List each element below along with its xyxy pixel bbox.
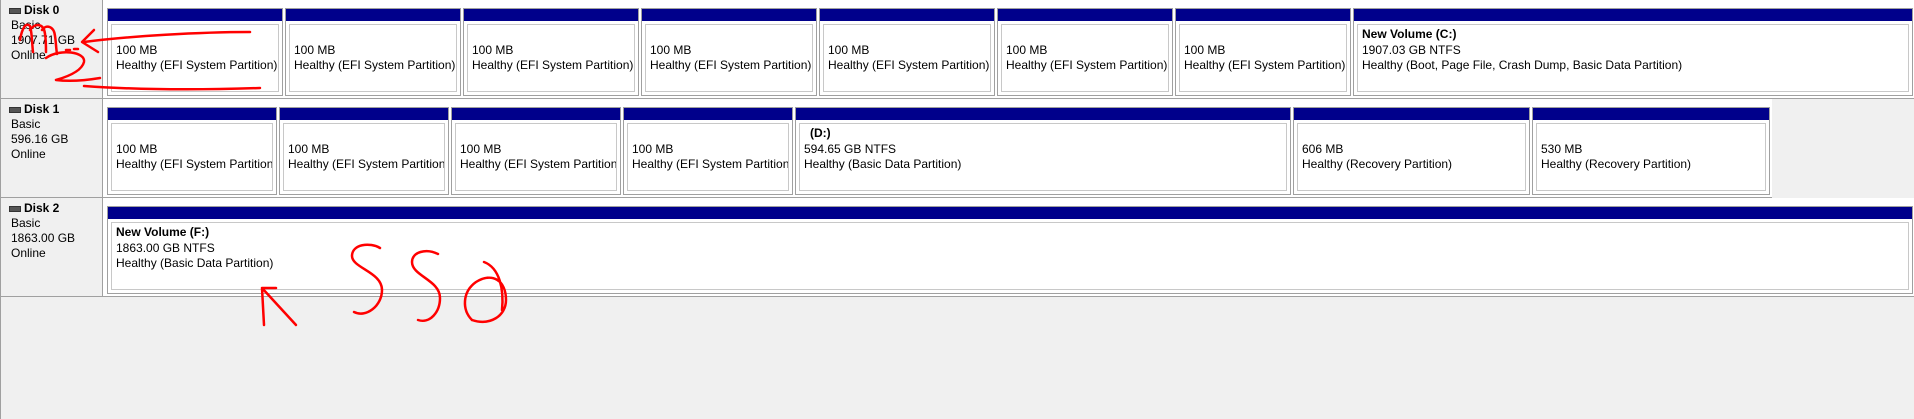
volume-name: (D:) (810, 126, 831, 140)
partition-bar (1354, 9, 1912, 21)
partition-bar (108, 207, 1912, 219)
partition-status: Healthy (EFI System Partition) (116, 157, 273, 171)
disk-row-2: Disk 2 Basic 1863.00 GB Online New Volum… (1, 198, 1914, 297)
disk-1-partition-d[interactable]: (D:) 594.65 GB NTFS Healthy (Basic Data Pa… (795, 107, 1291, 195)
partition-size: 100 MB (1184, 42, 1226, 57)
partition-bar (998, 9, 1172, 21)
disk-0-partition-6[interactable]: 100 MB Healthy (EFI System Partition) (997, 8, 1173, 96)
partition-size: 1907.03 GB NTFS (1362, 42, 1461, 57)
partition-size: 1863.00 GB NTFS (116, 240, 215, 255)
partition-status: Healthy (EFI System Partition) (460, 157, 617, 171)
disk-size: 596.16 GB (11, 132, 69, 146)
disk-type: Basic (11, 18, 41, 32)
disk-status: Online (11, 48, 46, 62)
disk-1-partition-3[interactable]: 100 MB Healthy (EFI System Partition) (451, 107, 621, 195)
partition-status: Healthy (EFI System Partition) (828, 58, 990, 72)
partition-bar (108, 9, 282, 21)
disk-0-partition-3[interactable]: 100 MB Healthy (EFI System Partition) (463, 8, 639, 96)
disk-drive-icon (9, 205, 21, 212)
disk-0-partition-2[interactable]: 100 MB Healthy (EFI System Partition) (285, 8, 461, 96)
partition-size: 100 MB (116, 42, 158, 57)
partition-bar (1176, 9, 1350, 21)
disk-2-partition-f[interactable]: New Volume (F:) 1863.00 GB NTFS Healthy (B… (107, 206, 1913, 294)
partition-size: 530 MB (1541, 141, 1583, 156)
partition-status: Healthy (Recovery Partition) (1302, 157, 1453, 171)
partition-status: Healthy (Basic Data Partition) (804, 157, 962, 171)
disk-0-partition-5[interactable]: 100 MB Healthy (EFI System Partition) (819, 8, 995, 96)
disk-2-label[interactable]: Disk 2 Basic 1863.00 GB Online (1, 198, 103, 297)
disk-1-partition-recovery-1[interactable]: 606 MB Healthy (Recovery Partition) (1293, 107, 1530, 195)
volume-name: New Volume (C:) (1362, 27, 1457, 41)
partition-size: 100 MB (828, 42, 870, 57)
partition-size: 606 MB (1302, 141, 1344, 156)
partition-size: 100 MB (472, 42, 514, 57)
partition-size: 100 MB (632, 141, 674, 156)
partition-size: 100 MB (460, 141, 502, 156)
disk-0-partition-7[interactable]: 100 MB Healthy (EFI System Partition) (1175, 8, 1351, 96)
disk-name: Disk 1 (24, 102, 60, 116)
partition-status: Healthy (EFI System Partition) (116, 58, 278, 72)
partition-status: Healthy (EFI System Partition) (472, 58, 634, 72)
partition-status: Healthy (EFI System Partition) (632, 157, 789, 171)
disk-drive-icon (9, 7, 21, 14)
partition-size: 594.65 GB NTFS (804, 141, 897, 156)
partition-status: Healthy (EFI System Partition) (1184, 58, 1346, 72)
partition-status: Healthy (EFI System Partition) (1006, 58, 1168, 72)
disk-1-partition-1[interactable]: 100 MB Healthy (EFI System Partition) (107, 107, 277, 195)
disk-1-partition-recovery-2[interactable]: 530 MB Healthy (Recovery Partition) (1532, 107, 1770, 195)
partition-bar (280, 108, 448, 120)
partition-status: Healthy (EFI System Partition) (650, 58, 812, 72)
disk-type: Basic (11, 216, 41, 230)
partition-bar (108, 108, 276, 120)
partition-bar (642, 9, 816, 21)
partition-bar (624, 108, 792, 120)
disk-1-partition-4[interactable]: 100 MB Healthy (EFI System Partition) (623, 107, 793, 195)
partition-status: Healthy (EFI System Partition) (294, 58, 456, 72)
partition-size: 100 MB (116, 141, 158, 156)
unused-space (1772, 99, 1914, 198)
disk-size: 1907.71 GB (11, 33, 76, 47)
disk-type: Basic (11, 117, 41, 131)
disk-0-label[interactable]: Disk 0 Basic 1907.71 GB Online (1, 0, 103, 99)
disk-name: Disk 2 (24, 201, 60, 215)
partition-bar (1294, 108, 1529, 120)
disk-0-partition-4[interactable]: 100 MB Healthy (EFI System Partition) (641, 8, 817, 96)
disk-status: Online (11, 246, 46, 260)
partition-bar (796, 108, 1290, 120)
disk-drive-icon (9, 106, 21, 113)
partition-status: Healthy (Recovery Partition) (1541, 157, 1692, 171)
partition-status: Healthy (Boot, Page File, Crash Dump, Ba… (1362, 58, 1683, 72)
partition-bar (1533, 108, 1769, 120)
disk-0-partition-1[interactable]: 100 MB Healthy (EFI System Partition) (107, 8, 283, 96)
disk-1-label[interactable]: Disk 1 Basic 596.16 GB Online (1, 99, 103, 198)
disk-1-partition-2[interactable]: 100 MB Healthy (EFI System Partition) (279, 107, 449, 195)
disk-status: Online (11, 147, 46, 161)
disk-2-partition-area: New Volume (F:) 1863.00 GB NTFS Healthy (B… (103, 198, 1914, 297)
disk-1-partition-area: 100 MB Healthy (EFI System Partition) 100… (103, 99, 1772, 198)
partition-size: 100 MB (294, 42, 336, 57)
disk-0-partition-area: 100 MB Healthy (EFI System Partition) 100… (103, 0, 1914, 99)
partition-size: 100 MB (1006, 42, 1048, 57)
disk-name: Disk 0 (24, 3, 60, 17)
disk-size: 1863.00 GB (11, 231, 76, 245)
disk-row-1: Disk 1 Basic 596.16 GB Online 100 MB Heal… (1, 99, 1914, 198)
partition-bar (464, 9, 638, 21)
partition-bar (820, 9, 994, 21)
disk-row-0: Disk 0 Basic 1907.71 GB Online 100 MB Hea… (1, 0, 1914, 99)
partition-bar (452, 108, 620, 120)
volume-name: New Volume (F:) (116, 225, 210, 239)
partition-size: 100 MB (650, 42, 692, 57)
partition-status: Healthy (Basic Data Partition) (116, 256, 274, 270)
partition-size: 100 MB (288, 141, 330, 156)
partition-bar (286, 9, 460, 21)
partition-status: Healthy (EFI System Partition) (288, 157, 445, 171)
disk-0-partition-c[interactable]: New Volume (C:) 1907.03 GB NTFS Healthy (B… (1353, 8, 1913, 96)
